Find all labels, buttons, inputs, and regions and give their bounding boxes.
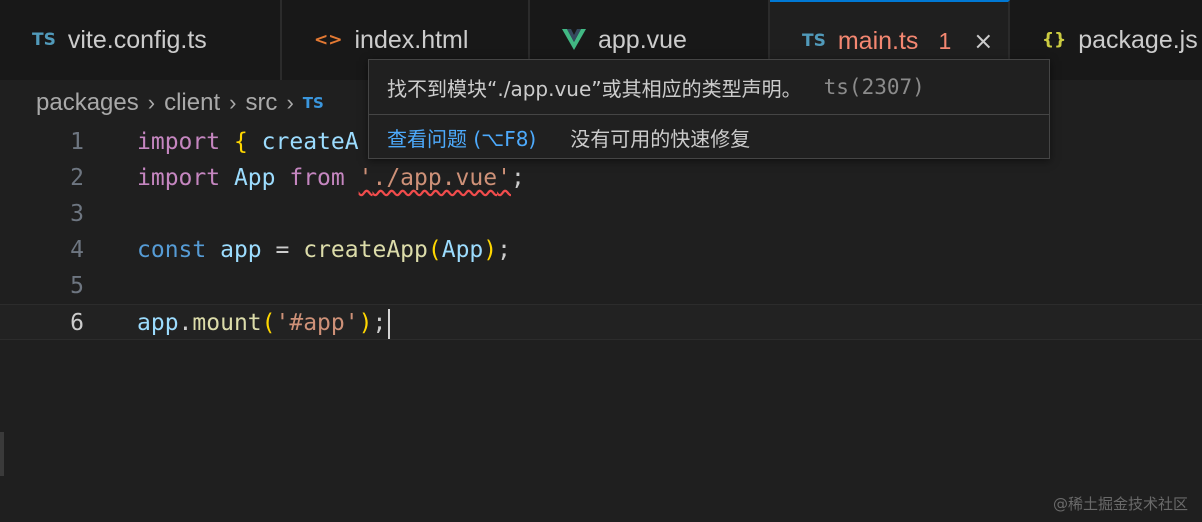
error-message: 找不到模块“./app.vue”或其相应的类型声明。: [387, 76, 802, 101]
tab-vite-config[interactable]: TS vite.config.ts: [0, 0, 282, 80]
html-icon: <>: [314, 30, 343, 50]
hover-tooltip: 找不到模块“./app.vue”或其相应的类型声明。 ts(2307) 查看问题…: [368, 59, 1050, 159]
typescript-icon[interactable]: TS: [303, 94, 324, 112]
tab-label: package.js: [1078, 25, 1198, 54]
vscode-window: TS vite.config.ts <> index.html app.vue …: [0, 0, 1202, 522]
typescript-icon: TS: [802, 31, 826, 51]
line-number: 1: [70, 129, 84, 155]
hover-message-row: 找不到模块“./app.vue”或其相应的类型声明。 ts(2307): [369, 60, 1049, 114]
watermark: @稀土掘金技术社区: [1052, 495, 1188, 513]
close-icon[interactable]: ×: [973, 29, 993, 53]
breadcrumb: packages › client › src › TS: [36, 86, 324, 120]
chevron-right-icon: ›: [229, 90, 237, 115]
code-line: 4 const app = createApp(App);: [0, 232, 1202, 268]
tab-label: vite.config.ts: [67, 25, 207, 54]
chevron-right-icon: ›: [286, 90, 294, 115]
tab-label: main.ts: [837, 26, 919, 55]
current-code-line: 6 app.mount('#app');: [0, 304, 1202, 340]
line-number: 3: [70, 201, 84, 227]
code-text[interactable]: app.mount('#app');: [137, 305, 391, 341]
code-editor[interactable]: 1 import { createA 2 import App from './…: [0, 124, 1202, 522]
problem-count-badge: 1: [938, 27, 952, 54]
typescript-icon: TS: [32, 30, 56, 50]
hover-actions-row: 查看问题 (⌥F8) 没有可用的快速修复: [369, 115, 1049, 159]
error-squiggle: './app.vue': [358, 165, 511, 191]
code-line: 5: [0, 268, 1202, 304]
no-quick-fix-text: 没有可用的快速修复: [570, 126, 751, 151]
code-text[interactable]: import { createA: [137, 124, 359, 160]
breadcrumb-client[interactable]: client: [164, 89, 220, 117]
text-cursor: [388, 308, 391, 339]
code-text[interactable]: const app = createApp(App);: [137, 232, 511, 268]
line-number: 6: [70, 310, 84, 336]
code-text[interactable]: import App from './app.vue';: [137, 160, 525, 196]
error-code: ts(2307): [823, 75, 925, 99]
line-number: 2: [70, 165, 84, 191]
code-line: 2 import App from './app.vue';: [0, 160, 1202, 196]
line-number: 4: [70, 237, 84, 263]
tab-label: app.vue: [598, 25, 687, 54]
breadcrumb-packages[interactable]: packages: [36, 89, 139, 117]
view-problem-link[interactable]: 查看问题 (⌥F8): [387, 123, 536, 152]
chevron-right-icon: ›: [147, 90, 156, 115]
scrollbar-marker[interactable]: [0, 432, 4, 476]
breadcrumb-src[interactable]: src: [245, 89, 277, 117]
line-number: 5: [70, 273, 84, 299]
json-icon: {}: [1042, 30, 1067, 50]
vue-icon: [562, 29, 586, 51]
tab-label: index.html: [354, 25, 469, 54]
code-line: 3: [0, 196, 1202, 232]
